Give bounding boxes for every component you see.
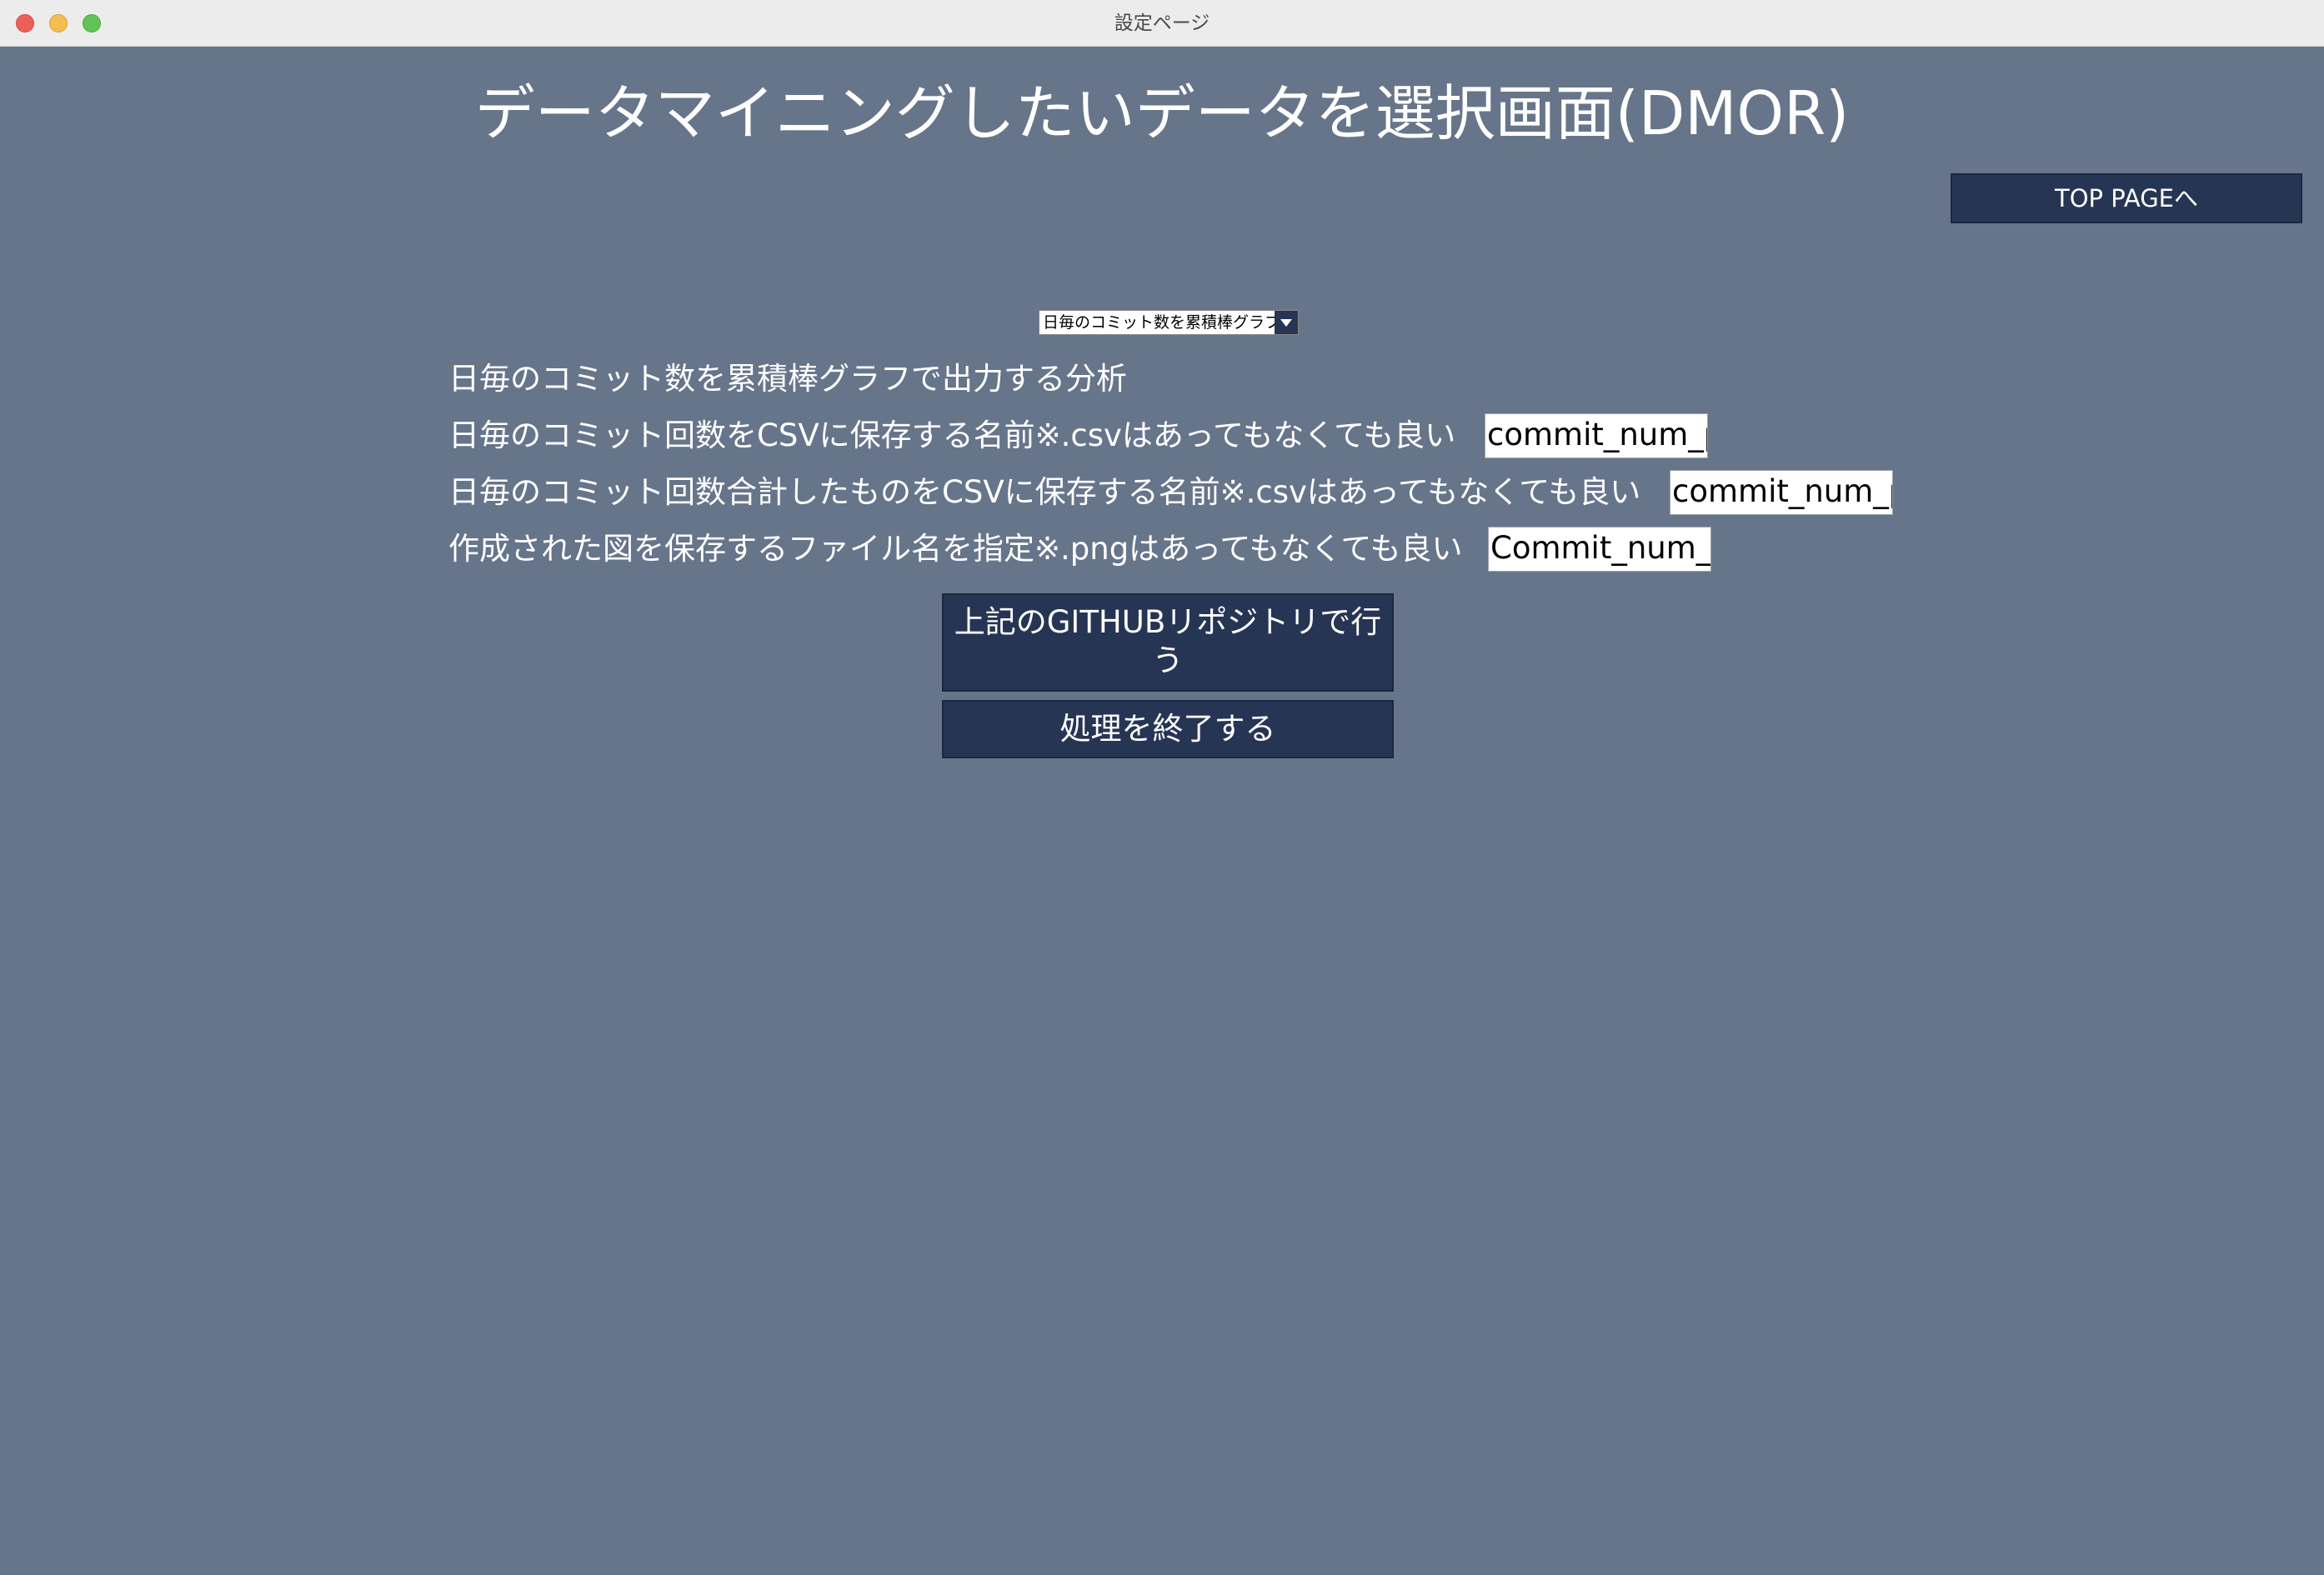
analysis-description: 日毎のコミット数を累積棒グラフで出力する分析 bbox=[448, 361, 1127, 397]
app-window: 設定ページ データマイニングしたいデータを選択画面(DMOR) TOP PAGE… bbox=[0, 0, 2324, 1575]
analysis-select-value: 日毎のコミット数を累積棒グラフで出力する分析 bbox=[1043, 313, 1275, 332]
csv-name-input[interactable]: commit_num_per_day bbox=[1485, 413, 1708, 458]
png-name-label: 作成された図を保存するファイル名を指定※.pngはあってもなくても良い bbox=[448, 531, 1463, 567]
exit-process-button[interactable]: 処理を終了する bbox=[942, 700, 1394, 758]
analysis-select[interactable]: 日毎のコミット数を累積棒グラフで出力する分析 bbox=[1039, 310, 1299, 335]
run-github-repo-button[interactable]: 上記のGITHUBリポジトリで行う bbox=[942, 593, 1394, 692]
csv-sum-name-input[interactable]: commit_num_per_day_sum bbox=[1670, 470, 1893, 515]
csv-sum-name-label: 日毎のコミット回数合計したものをCSVに保存する名前※.csvはあってもなくても… bbox=[448, 474, 1641, 510]
csv-name-label: 日毎のコミット回数をCSVに保存する名前※.csvはあってもなくても良い bbox=[448, 418, 1456, 453]
page-title: データマイニングしたいデータを選択画面(DMOR) bbox=[474, 78, 1850, 148]
top-page-button[interactable]: TOP PAGEへ bbox=[1951, 173, 2302, 223]
png-name-input[interactable]: Commit_num_chart bbox=[1488, 527, 1711, 572]
chevron-down-icon[interactable] bbox=[1275, 311, 1298, 334]
window-title: 設定ページ bbox=[1114, 12, 1210, 34]
title-bar: 設定ページ bbox=[0, 0, 2324, 47]
